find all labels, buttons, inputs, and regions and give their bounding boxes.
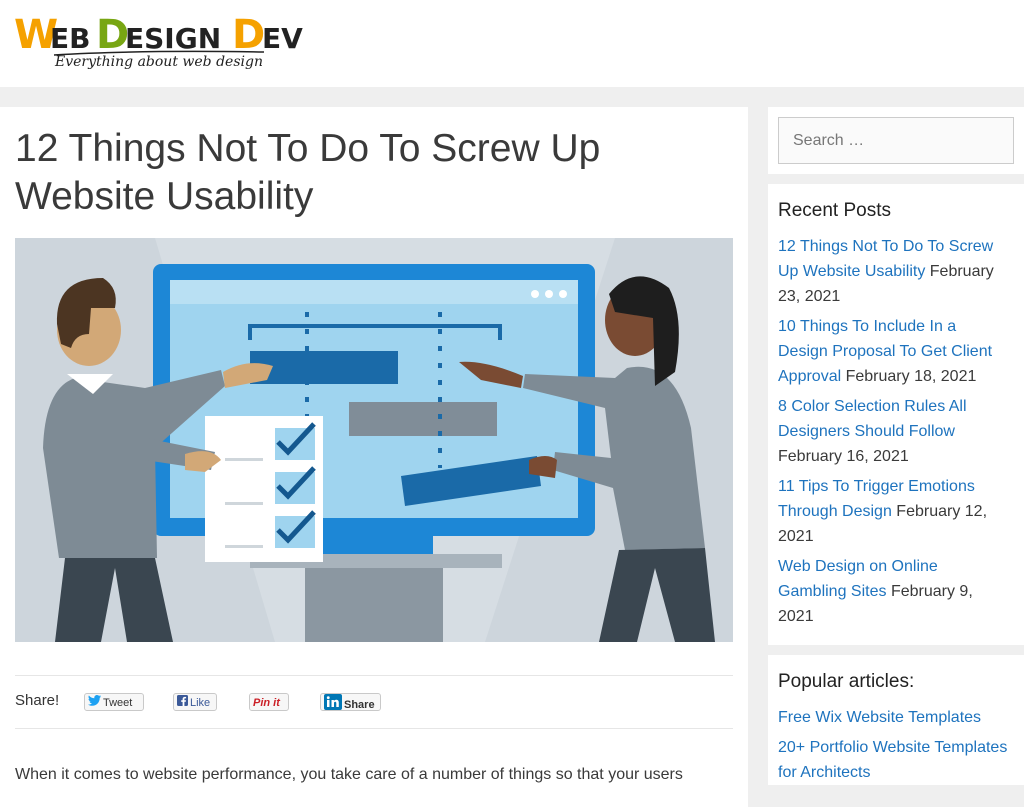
list-item: 12 Things Not To Do To Screw Up Website … [778, 234, 1010, 309]
article-intro: When it comes to website performance, yo… [15, 766, 683, 783]
popular-articles-list: Free Wix Website Templates 20+ Portfolio… [778, 705, 1010, 790]
share-bar: Share! Tweet Like Pin it Share [15, 675, 733, 729]
recent-posts-widget: Recent Posts 12 Things Not To Do To Scre… [768, 184, 1024, 645]
article-title: 12 Things Not To Do To Screw Up Website … [15, 127, 601, 218]
list-item: 8 Color Selection Rules All Designers Sh… [778, 394, 1010, 469]
site-header: W EB D ESIGN D EV Everything about web d… [0, 0, 1024, 87]
share-label: Share! [15, 692, 60, 709]
article-hero-image [15, 238, 733, 642]
tweet-button-label: Tweet [103, 697, 133, 709]
post-date: February 18, 2021 [845, 368, 977, 385]
recent-posts-title: Recent Posts [778, 200, 891, 221]
pinterest-button-label: Pin it [253, 697, 280, 709]
linkedin-share-label: Share [344, 698, 375, 711]
popular-article-link[interactable]: Free Wix Website Templates [778, 709, 981, 726]
svg-text:EV: EV [262, 22, 303, 55]
post-date: February 16, 2021 [778, 448, 909, 465]
tweet-button[interactable]: Tweet [84, 693, 144, 711]
popular-article-link[interactable]: 20+ Portfolio Website Templates for Arch… [778, 739, 1007, 781]
svg-text:ESIGN: ESIGN [125, 22, 221, 55]
facebook-like-label: Like [190, 697, 211, 709]
recent-posts-list: 12 Things Not To Do To Screw Up Website … [778, 234, 1010, 634]
list-item: 11 Tips To Trigger Emotions Through Desi… [778, 474, 1010, 549]
article: 12 Things Not To Do To Screw Up Website … [0, 107, 748, 807]
svg-text:EB: EB [50, 22, 90, 55]
linkedin-icon [324, 694, 342, 716]
list-item: Free Wix Website Templates [778, 705, 1010, 730]
site-tagline: Everything about web design [55, 54, 263, 70]
site-logo[interactable]: W EB D ESIGN D EV [14, 12, 314, 80]
popular-articles-widget: Popular articles: Free Wix Website Templ… [768, 655, 1024, 785]
list-item: 10 Things To Include In a Design Proposa… [778, 314, 1010, 389]
facebook-like-button[interactable]: Like [173, 693, 217, 711]
pinterest-button[interactable]: Pin it [249, 693, 289, 711]
facebook-icon [177, 694, 188, 712]
recent-post-link[interactable]: 8 Color Selection Rules All Designers Sh… [778, 398, 967, 440]
search-input[interactable] [778, 117, 1014, 164]
list-item: 20+ Portfolio Website Templates for Arch… [778, 735, 1010, 785]
list-item: Web Design on Online Gambling Sites Febr… [778, 554, 1010, 629]
popular-articles-title: Popular articles: [778, 671, 915, 692]
twitter-icon [88, 694, 101, 712]
linkedin-share-button[interactable]: Share [320, 693, 381, 711]
search-widget [768, 107, 1024, 174]
